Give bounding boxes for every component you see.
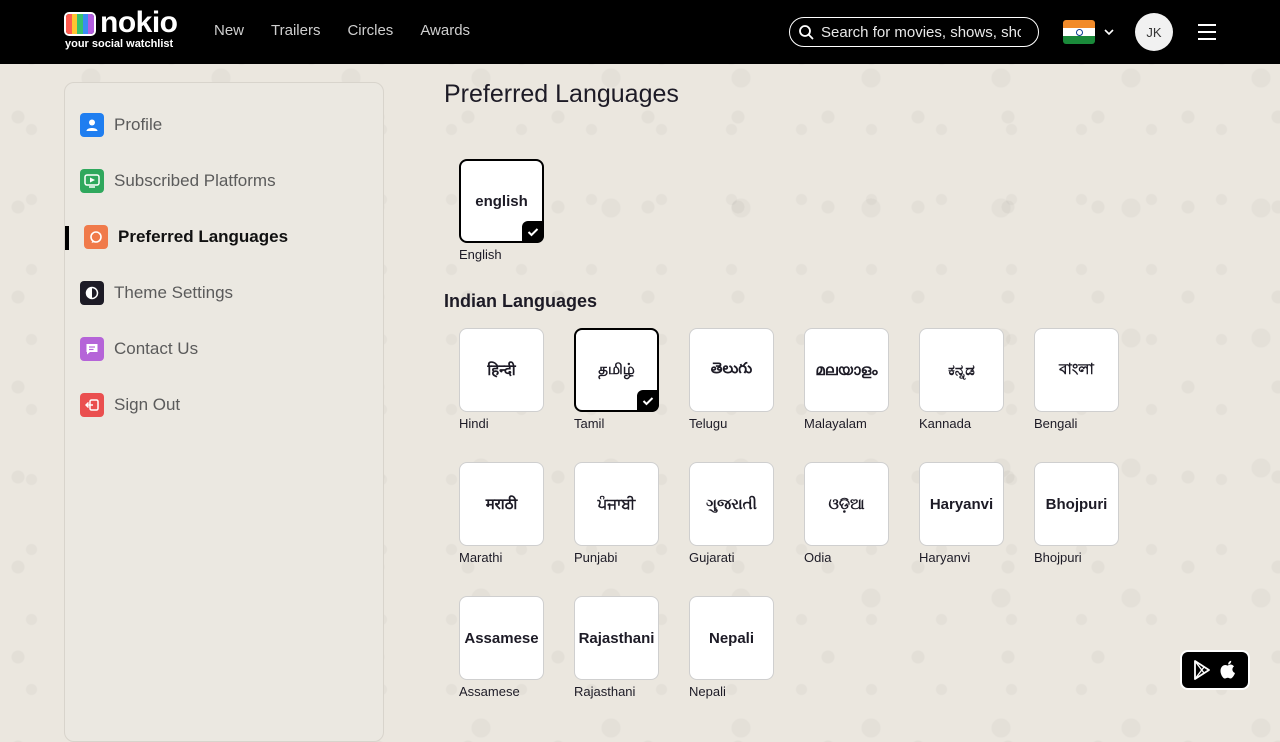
language-card-punjabi[interactable]: ਪੰਜਾਬੀ	[574, 462, 659, 546]
language-card-odia[interactable]: ଓଡ଼ିଆ	[804, 462, 889, 546]
nav-awards[interactable]: Awards	[420, 22, 470, 39]
language-name: Telugu	[689, 416, 728, 431]
language-card-tamil[interactable]: தமிழ்	[574, 328, 659, 412]
google-play-icon	[1194, 660, 1210, 680]
language-card-bhojpuri[interactable]: Bhojpuri	[1034, 462, 1119, 546]
language-card-hindi[interactable]: हिन्दी	[459, 328, 544, 412]
language-name: Bhojpuri	[1034, 550, 1082, 565]
sign-out-icon	[80, 393, 104, 417]
language-card-rajasthani[interactable]: Rajasthani	[574, 596, 659, 680]
nav-new[interactable]: New	[214, 22, 244, 39]
language-script: मराठी	[485, 496, 518, 513]
language-card-gujarati[interactable]: ગુજરાતી	[689, 462, 774, 546]
language-name: Gujarati	[689, 550, 735, 565]
search-input[interactable]	[821, 23, 1021, 41]
sidebar-item-label: Profile	[114, 115, 163, 134]
language-script: বাংলা	[1059, 360, 1094, 378]
language-card-english[interactable]: english	[459, 159, 544, 243]
language-card-bengali[interactable]: বাংলা	[1034, 328, 1119, 412]
language-script: ಕನ್ನಡ	[948, 361, 975, 379]
checkmark-icon	[522, 221, 544, 243]
sidebar-item-label: Contact Us	[114, 339, 199, 358]
logo-tagline: your social watchlist	[65, 38, 174, 50]
language-script: తెలుగు	[710, 359, 753, 377]
language-name: Haryanvi	[919, 550, 971, 565]
language-name: Rajasthani	[574, 684, 636, 699]
user-avatar[interactable]: JK	[1135, 13, 1173, 51]
tv-play-icon	[80, 169, 104, 193]
nav-trailers[interactable]: Trailers	[271, 22, 320, 39]
hamburger-menu-icon[interactable]	[1197, 22, 1217, 42]
language-script: english	[475, 192, 528, 210]
india-flag-icon[interactable]	[1063, 20, 1095, 44]
language-script: Haryanvi	[929, 495, 994, 513]
language-name: Assamese	[459, 684, 520, 699]
language-name: Kannada	[919, 416, 972, 431]
language-name: Marathi	[459, 550, 503, 565]
language-script: हिन्दी	[487, 362, 516, 379]
language-script: Nepali	[708, 629, 754, 647]
language-script: മലയാളം	[815, 361, 878, 379]
main-nav: New Trailers Circles Awards	[214, 22, 497, 39]
checkmark-icon	[637, 390, 659, 412]
language-name: Tamil	[574, 416, 605, 431]
language-card-assamese[interactable]: Assamese	[459, 596, 544, 680]
sidebar-item-label: Preferred Languages	[118, 227, 289, 246]
language-card-nepali[interactable]: Nepali	[689, 596, 774, 680]
language-card-haryanvi[interactable]: Haryanvi	[919, 462, 1004, 546]
nokio-logo[interactable]: nokio your social watchlist	[64, 6, 178, 52]
nav-circles[interactable]: Circles	[347, 22, 393, 39]
language-script: தமிழ்	[598, 360, 635, 378]
user-icon	[80, 113, 104, 137]
sidebar-item-sign-out[interactable]: Sign Out	[80, 392, 370, 418]
language-name: Nepali	[689, 684, 726, 699]
language-card-malayalam[interactable]: മലയാളം	[804, 328, 889, 412]
sidebar-item-profile[interactable]: Profile	[80, 112, 370, 138]
language-card-kannada[interactable]: ಕನ್ನಡ	[919, 328, 1004, 412]
language-name: Hindi	[459, 416, 489, 431]
sidebar-item-label: Theme Settings	[114, 283, 234, 302]
settings-sidebar: Profile Subscribed Platforms Preferred L…	[64, 82, 384, 742]
logo-tv-icon	[64, 12, 96, 36]
search-box[interactable]	[789, 17, 1039, 47]
language-name: Bengali	[1034, 416, 1078, 431]
chevron-down-icon[interactable]	[1103, 27, 1115, 37]
language-card-marathi[interactable]: मराठी	[459, 462, 544, 546]
language-script: Bhojpuri	[1045, 495, 1108, 513]
page-title: Preferred Languages	[444, 80, 679, 108]
active-indicator	[65, 226, 69, 250]
sidebar-item-label: Subscribed Platforms	[114, 171, 276, 190]
top-navbar: nokio your social watchlist New Trailers…	[0, 0, 1280, 64]
chat-icon	[84, 225, 108, 249]
sidebar-item-preferred-languages[interactable]: Preferred Languages	[84, 224, 374, 250]
logo-word: nokio	[100, 6, 178, 39]
sidebar-item-label: Sign Out	[114, 395, 181, 414]
sidebar-item-theme-settings[interactable]: Theme Settings	[80, 280, 370, 306]
theme-icon	[80, 281, 104, 305]
sidebar-item-contact-us[interactable]: Contact Us	[80, 336, 370, 362]
language-name: Malayalam	[804, 416, 867, 431]
apple-icon	[1220, 660, 1235, 679]
app-download-button[interactable]	[1180, 650, 1250, 690]
section-title-indian-languages: Indian Languages	[444, 291, 598, 311]
language-script: ਪੰਜਾਬੀ	[597, 495, 636, 513]
language-script: ଓଡ଼ିଆ	[828, 495, 865, 513]
language-name: Odia	[804, 550, 832, 565]
language-card-telugu[interactable]: తెలుగు	[689, 328, 774, 412]
language-name: Punjabi	[574, 550, 618, 565]
language-name: English	[459, 247, 502, 262]
message-icon	[80, 337, 104, 361]
language-script: Assamese	[464, 629, 539, 647]
search-icon	[799, 25, 814, 40]
language-script: ગુજરાતી	[706, 495, 757, 513]
sidebar-item-subscribed-platforms[interactable]: Subscribed Platforms	[80, 168, 370, 194]
language-script: Rajasthani	[578, 629, 655, 647]
